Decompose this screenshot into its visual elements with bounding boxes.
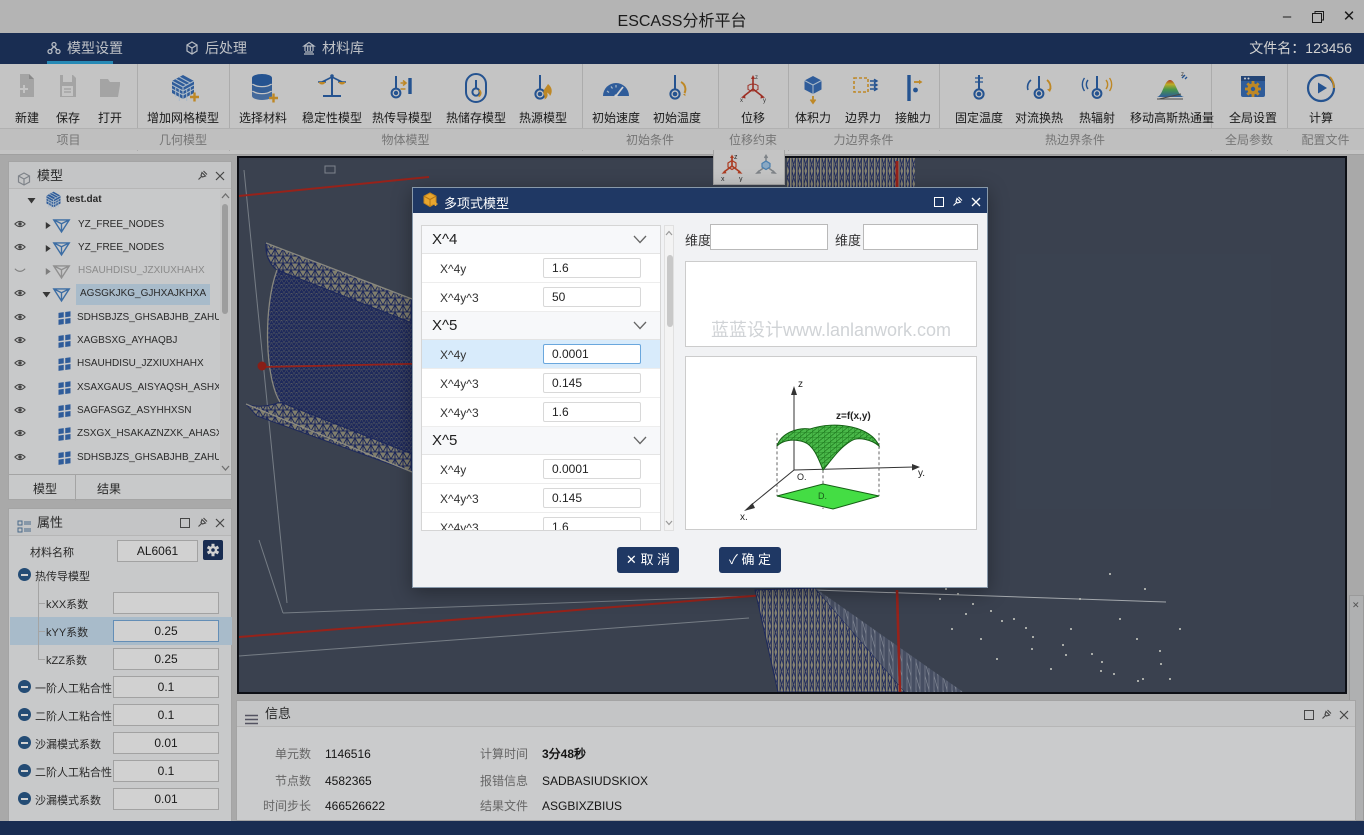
svg-text:y.: y.: [918, 468, 925, 479]
svg-text:z: z: [798, 379, 803, 390]
svg-text:x.: x.: [740, 512, 748, 523]
svg-text:z=f(x,y): z=f(x,y): [836, 411, 871, 422]
svg-text:O.: O.: [797, 472, 807, 482]
svg-text:D.: D.: [818, 491, 827, 501]
